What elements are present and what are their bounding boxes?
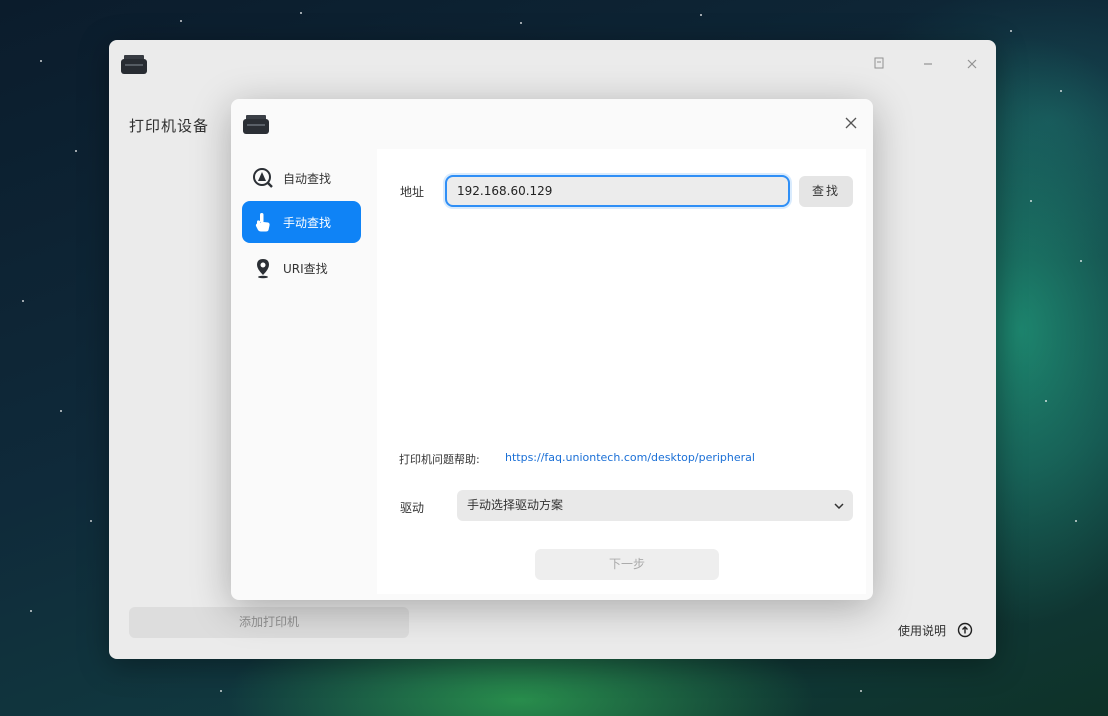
driver-select[interactable]: 手动选择驱动方案	[457, 490, 853, 521]
nav-uri-label: URI查找	[283, 261, 328, 276]
search-button[interactable]: 查找	[799, 176, 853, 207]
nav-auto-search[interactable]: 自动查找	[242, 157, 361, 199]
driver-label: 驱动	[400, 501, 425, 515]
nav-manual-label: 手动查找	[283, 215, 332, 230]
search-content-panel	[377, 149, 866, 594]
hand-pointer-icon	[255, 213, 270, 232]
nav-uri-search[interactable]: URI查找	[242, 247, 361, 289]
nav-auto-label: 自动查找	[283, 171, 332, 186]
driver-select-value: 手动选择驱动方案	[467, 498, 564, 512]
printer-app-icon	[243, 115, 269, 134]
dialog-titlebar	[231, 99, 873, 149]
address-input[interactable]	[445, 175, 790, 207]
search-printer-icon	[253, 168, 273, 188]
dialog-close-icon[interactable]	[841, 113, 861, 133]
add-printer-dialog: 自动查找 手动查找 URI查找 地址 查找 打印机问题帮助: https://f…	[231, 99, 873, 600]
chevron-down-icon	[834, 503, 844, 510]
faq-help-label: 打印机问题帮助:	[399, 453, 480, 466]
faq-link[interactable]: https://faq.uniontech.com/desktop/periph…	[505, 451, 755, 464]
next-step-button[interactable]: 下一步	[535, 549, 719, 580]
address-label: 地址	[400, 185, 425, 199]
location-pin-icon	[257, 259, 269, 279]
nav-manual-search[interactable]: 手动查找	[242, 201, 361, 243]
